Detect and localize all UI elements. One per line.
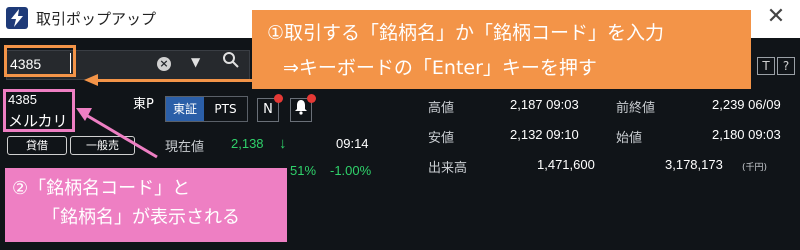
tag-margin: 貸借 — [7, 136, 67, 155]
tab-tse[interactable]: 東証 — [166, 97, 204, 121]
clear-icon[interactable]: × — [157, 57, 171, 71]
orange-arrow-head-icon — [84, 74, 98, 86]
help-icon[interactable]: ? — [777, 57, 795, 75]
prev-close-value: 2,239 06/09 — [712, 97, 781, 112]
high-label: 高値 — [428, 101, 455, 116]
change-percent: -1.00% — [330, 163, 372, 178]
high-value: 2,187 09:03 — [510, 97, 579, 112]
low-value: 2,132 09:10 — [510, 127, 579, 142]
chevron-down-icon[interactable]: ▼ — [191, 55, 200, 69]
orange-arrow-line — [96, 79, 252, 82]
window-title: 取引ポップアップ — [36, 10, 157, 28]
callout-step-1-line2: ⇒キーボードの「Enter」キーを押す — [283, 57, 597, 79]
pink-arrow-icon — [76, 108, 158, 159]
stock-info-highlight — [3, 89, 75, 132]
input-highlight — [4, 45, 76, 77]
low-label: 安値 — [428, 131, 455, 146]
lightning-icon — [6, 7, 28, 29]
search-icon[interactable] — [222, 51, 239, 74]
down-arrow-icon: ↓ — [279, 135, 287, 152]
current-time: 09:14 — [336, 136, 369, 151]
tab-pts[interactable]: PTS — [204, 97, 247, 121]
callout-step-1-line1: ①取引する「銘柄名」か「銘柄コード」を入力 — [267, 22, 665, 44]
callout-step-2-line1: ②「銘柄名コード」と — [12, 178, 191, 199]
current-price: 2,138 — [231, 136, 264, 151]
open-label: 始値 — [616, 131, 643, 146]
prev-close-label: 前終値 — [616, 101, 656, 116]
volume-label: 出来高 — [428, 161, 468, 176]
text-icon[interactable]: T — [757, 57, 775, 75]
close-icon[interactable]: ✕ — [764, 4, 788, 29]
open-value: 2,180 09:03 — [712, 127, 781, 142]
turnover-unit: (千円) — [742, 163, 768, 173]
alert-badge-dot — [307, 94, 316, 103]
change-value: 51% — [290, 163, 317, 178]
callout-step-2-line2: 「銘柄名」が表示される — [42, 207, 240, 228]
turnover-value: 3,178,173 — [665, 157, 723, 172]
current-price-label: 現在値 — [165, 140, 205, 155]
volume-value: 1,471,600 — [537, 157, 595, 172]
news-badge-dot — [274, 94, 283, 103]
